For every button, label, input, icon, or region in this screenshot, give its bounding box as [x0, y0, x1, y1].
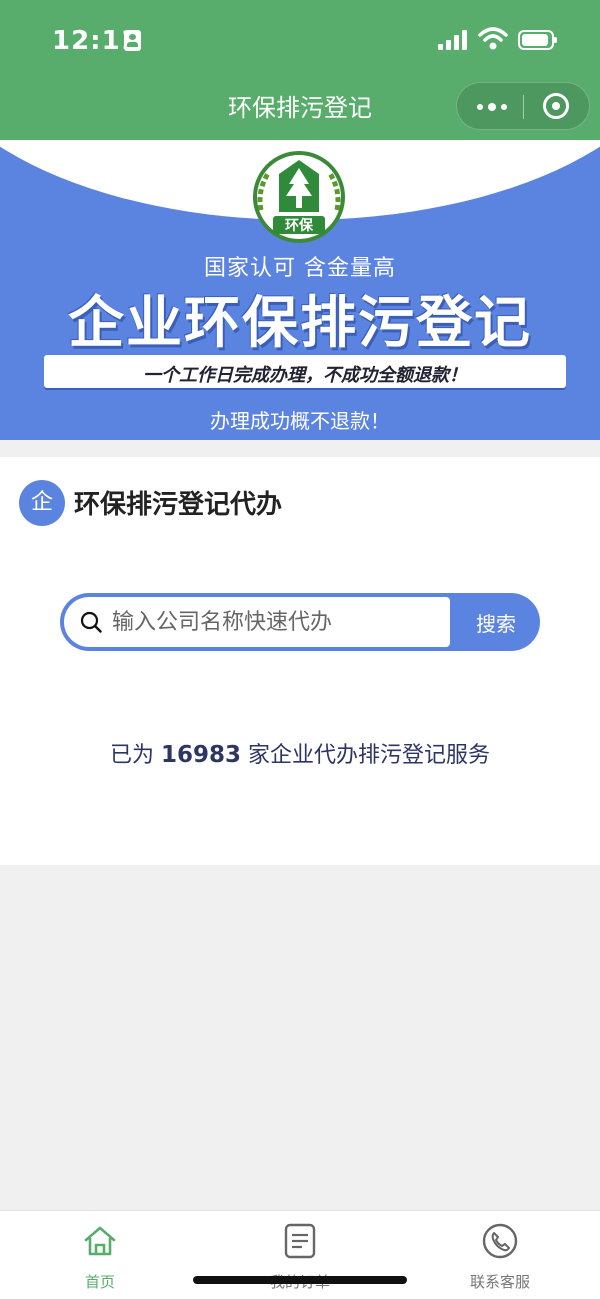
top-bar: 12:11 环保排污登记 [0, 0, 600, 140]
more-options-icon[interactable] [475, 101, 509, 113]
tab-support[interactable]: 联系客服 [400, 1211, 600, 1299]
document-icon [284, 1223, 316, 1259]
capsule-divider [523, 95, 524, 119]
close-program-icon[interactable] [543, 93, 569, 119]
search-button[interactable]: 搜索 [452, 593, 540, 651]
search-bar: 搜索 [60, 593, 540, 651]
cellular-signal-icon [438, 30, 470, 50]
tab-support-label: 联系客服 [469, 1273, 530, 1291]
section-title: 环保排污登记代办 [74, 490, 283, 520]
environmental-logo-icon: 环保 [253, 151, 345, 243]
id-card-icon [124, 30, 141, 51]
wifi-icon [478, 27, 508, 50]
banner-note: 办理成功概不退款！ [210, 409, 390, 433]
search-icon [80, 611, 102, 633]
banner-title: 企业环保排污登记 [68, 291, 532, 356]
logo-text: 环保 [285, 217, 314, 234]
stats-suffix: 家企业代办排污登记服务 [248, 743, 491, 768]
stats-count: 16983 [160, 742, 242, 768]
home-indicator[interactable] [193, 1276, 407, 1284]
tab-bar: 首页 我的订单 联系客服 [0, 1210, 600, 1299]
section-badge: 企 [19, 480, 65, 526]
search-input[interactable] [112, 597, 442, 647]
banner-promise-box: 一个工作日完成办理，不成功全额退款！ [44, 355, 566, 388]
main-card: 企 环保排污登记代办 搜索 已为 16983 家企业代办排污登记服务 [0, 457, 600, 865]
search-field [64, 597, 450, 647]
tab-orders[interactable]: 我的订单 [200, 1211, 400, 1299]
home-icon [84, 1226, 116, 1256]
service-stats: 已为 16983 家企业代办排污登记服务 [0, 737, 600, 769]
tab-home[interactable]: 首页 [0, 1211, 200, 1299]
tab-home-label: 首页 [84, 1273, 115, 1291]
banner-promise: 一个工作日完成办理，不成功全额退款！ [143, 365, 467, 386]
mini-program-capsule [456, 82, 590, 130]
phone-icon [482, 1223, 518, 1259]
stats-prefix: 已为 [109, 743, 154, 768]
battery-icon [518, 30, 557, 50]
